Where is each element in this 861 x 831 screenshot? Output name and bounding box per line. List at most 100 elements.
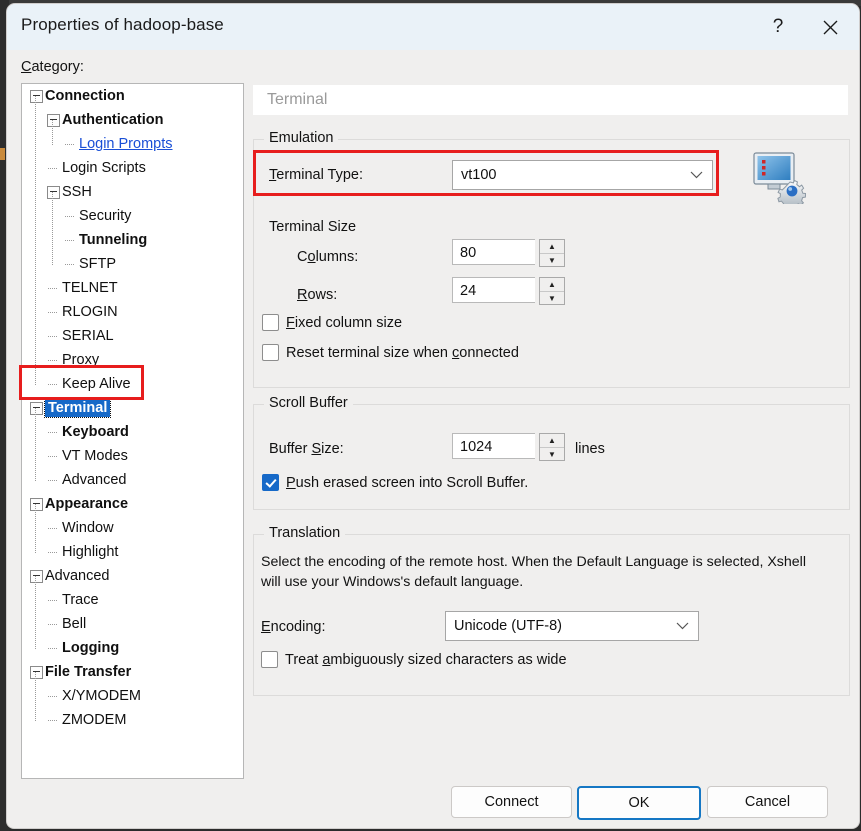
- tree-item-login-prompts[interactable]: Login Prompts: [22, 132, 243, 156]
- tree-item-label: Advanced: [45, 568, 110, 584]
- triangle-up-icon[interactable]: ▲: [540, 240, 564, 254]
- tree-item-vt-modes[interactable]: VT Modes: [22, 444, 243, 468]
- tree-connector: [65, 216, 74, 217]
- tree-item-label: Trace: [62, 592, 99, 608]
- tree-connector: [48, 336, 57, 337]
- buffer-size-spin-buttons[interactable]: ▲ ▼: [539, 433, 565, 461]
- checkbox-box: [262, 344, 279, 361]
- reset-terminal-size-checkbox[interactable]: Reset terminal size when connected: [262, 344, 519, 361]
- tree-connector: [48, 456, 57, 457]
- tree-item-file-transfer[interactable]: File Transfer: [22, 660, 243, 684]
- tree-item-label: Tunneling: [79, 232, 148, 248]
- tree-item-label: File Transfer: [45, 664, 132, 680]
- help-icon[interactable]: ?: [755, 4, 801, 50]
- push-erased-screen-checkbox[interactable]: Push erased screen into Scroll Buffer.: [262, 474, 528, 491]
- tree-item-highlight[interactable]: Highlight: [22, 540, 243, 564]
- tree-item-tunneling[interactable]: Tunneling: [22, 228, 243, 252]
- tree-item-label: Logging: [62, 640, 120, 656]
- tree-item-login-scripts[interactable]: Login Scripts: [22, 156, 243, 180]
- tree-item-authentication[interactable]: Authentication: [22, 108, 243, 132]
- tree-expander-icon[interactable]: [30, 570, 43, 583]
- tree-item-trace[interactable]: Trace: [22, 588, 243, 612]
- tree-item-security[interactable]: Security: [22, 204, 243, 228]
- triangle-down-icon[interactable]: ▼: [540, 254, 564, 267]
- ambiguous-wide-checkbox[interactable]: Treat ambiguously sized characters as wi…: [261, 651, 567, 668]
- connect-button[interactable]: Connect: [451, 786, 572, 818]
- terminal-size-label: Terminal Size: [269, 219, 357, 235]
- tree-item-connection[interactable]: Connection: [22, 84, 243, 108]
- tree-item-label: Window: [62, 520, 114, 536]
- cancel-button[interactable]: Cancel: [707, 786, 828, 818]
- triangle-down-icon[interactable]: ▼: [540, 448, 564, 461]
- properties-dialog: Properties of hadoop-base ? Category: Co…: [7, 4, 859, 828]
- tree-connector: [48, 720, 57, 721]
- chevron-down-icon: [676, 612, 689, 640]
- fixed-column-size-checkbox[interactable]: Fixed column size: [262, 314, 402, 331]
- tree-item-x-ymodem[interactable]: X/YMODEM: [22, 684, 243, 708]
- encoding-combo[interactable]: Unicode (UTF-8): [445, 611, 699, 641]
- tree-item-label: Keyboard: [62, 424, 129, 440]
- tree-expander-icon[interactable]: [30, 666, 43, 679]
- tree-item-window[interactable]: Window: [22, 516, 243, 540]
- tree-connector: [48, 600, 57, 601]
- monitor-gear-icon: [748, 150, 807, 210]
- reset-terminal-size-label: Reset terminal size when connected: [286, 344, 519, 361]
- encoding-value: Unicode (UTF-8): [454, 618, 562, 634]
- tree-guide-line: [35, 504, 36, 553]
- tree-item-logging[interactable]: Logging: [22, 636, 243, 660]
- tree-item-ssh[interactable]: SSH: [22, 180, 243, 204]
- tree-connector: [48, 624, 57, 625]
- tree-guide-line: [52, 120, 53, 145]
- tree-item-label: VT Modes: [62, 448, 128, 464]
- tree-connector: [48, 552, 57, 553]
- triangle-up-icon[interactable]: ▲: [540, 278, 564, 292]
- tree-item-proxy[interactable]: Proxy: [22, 348, 243, 372]
- rows-spin-buttons[interactable]: ▲ ▼: [539, 277, 565, 305]
- tree-item-appearance[interactable]: Appearance: [22, 492, 243, 516]
- tree-expander-icon[interactable]: [30, 402, 43, 415]
- tree-item-label: Connection: [45, 88, 125, 104]
- tree-item-advanced[interactable]: Advanced: [22, 564, 243, 588]
- pane-header-title: Terminal: [267, 91, 328, 108]
- tree-item-serial[interactable]: SERIAL: [22, 324, 243, 348]
- terminal-type-value: vt100: [461, 167, 497, 183]
- terminal-type-label: Terminal Type:: [269, 167, 364, 183]
- tree-item-keep-alive[interactable]: Keep Alive: [22, 372, 243, 396]
- tree-item-label: Bell: [62, 616, 87, 632]
- tree-expander-icon[interactable]: [30, 90, 43, 103]
- tree-expander-icon[interactable]: [47, 114, 60, 127]
- tree-item-rlogin[interactable]: RLOGIN: [22, 300, 243, 324]
- rows-value[interactable]: 24: [452, 277, 535, 303]
- buffer-size-stepper[interactable]: 1024 ▲ ▼: [452, 433, 565, 461]
- ok-button[interactable]: OK: [577, 786, 701, 820]
- columns-label: Columns:: [297, 249, 359, 265]
- columns-spin-buttons[interactable]: ▲ ▼: [539, 239, 565, 267]
- tree-connector: [65, 264, 74, 265]
- close-icon[interactable]: [807, 4, 853, 50]
- buffer-size-value[interactable]: 1024: [452, 433, 535, 459]
- triangle-down-icon[interactable]: ▼: [540, 292, 564, 305]
- tree-item-keyboard[interactable]: Keyboard: [22, 420, 243, 444]
- tree-item-sftp[interactable]: SFTP: [22, 252, 243, 276]
- tree-item-terminal[interactable]: Terminal: [22, 396, 243, 420]
- tree-item-label: Login Scripts: [62, 160, 146, 176]
- tree-item-label: Terminal: [43, 398, 112, 418]
- category-tree[interactable]: Connection Authentication Login Prompts Log…: [21, 83, 244, 779]
- fixed-column-size-label: Fixed column size: [286, 314, 403, 331]
- columns-stepper[interactable]: 80 ▲ ▼: [452, 239, 565, 267]
- rows-stepper[interactable]: 24 ▲ ▼: [452, 277, 565, 305]
- tree-item-label: Keep Alive: [62, 376, 131, 392]
- tree-item-telnet[interactable]: TELNET: [22, 276, 243, 300]
- tree-item-label: ZMODEM: [62, 712, 127, 728]
- tree-guide-line: [52, 192, 53, 265]
- screenshot-root: Properties of hadoop-base ? Category: Co…: [0, 0, 861, 831]
- tree-item-advanced[interactable]: Advanced: [22, 468, 243, 492]
- tree-guide-line: [35, 672, 36, 721]
- tree-item-bell[interactable]: Bell: [22, 612, 243, 636]
- columns-value[interactable]: 80: [452, 239, 535, 265]
- tree-item-zmodem[interactable]: ZMODEM: [22, 708, 243, 732]
- triangle-up-icon[interactable]: ▲: [540, 434, 564, 448]
- tree-expander-icon[interactable]: [47, 186, 60, 199]
- tree-expander-icon[interactable]: [30, 498, 43, 511]
- terminal-type-combo[interactable]: vt100: [452, 160, 713, 190]
